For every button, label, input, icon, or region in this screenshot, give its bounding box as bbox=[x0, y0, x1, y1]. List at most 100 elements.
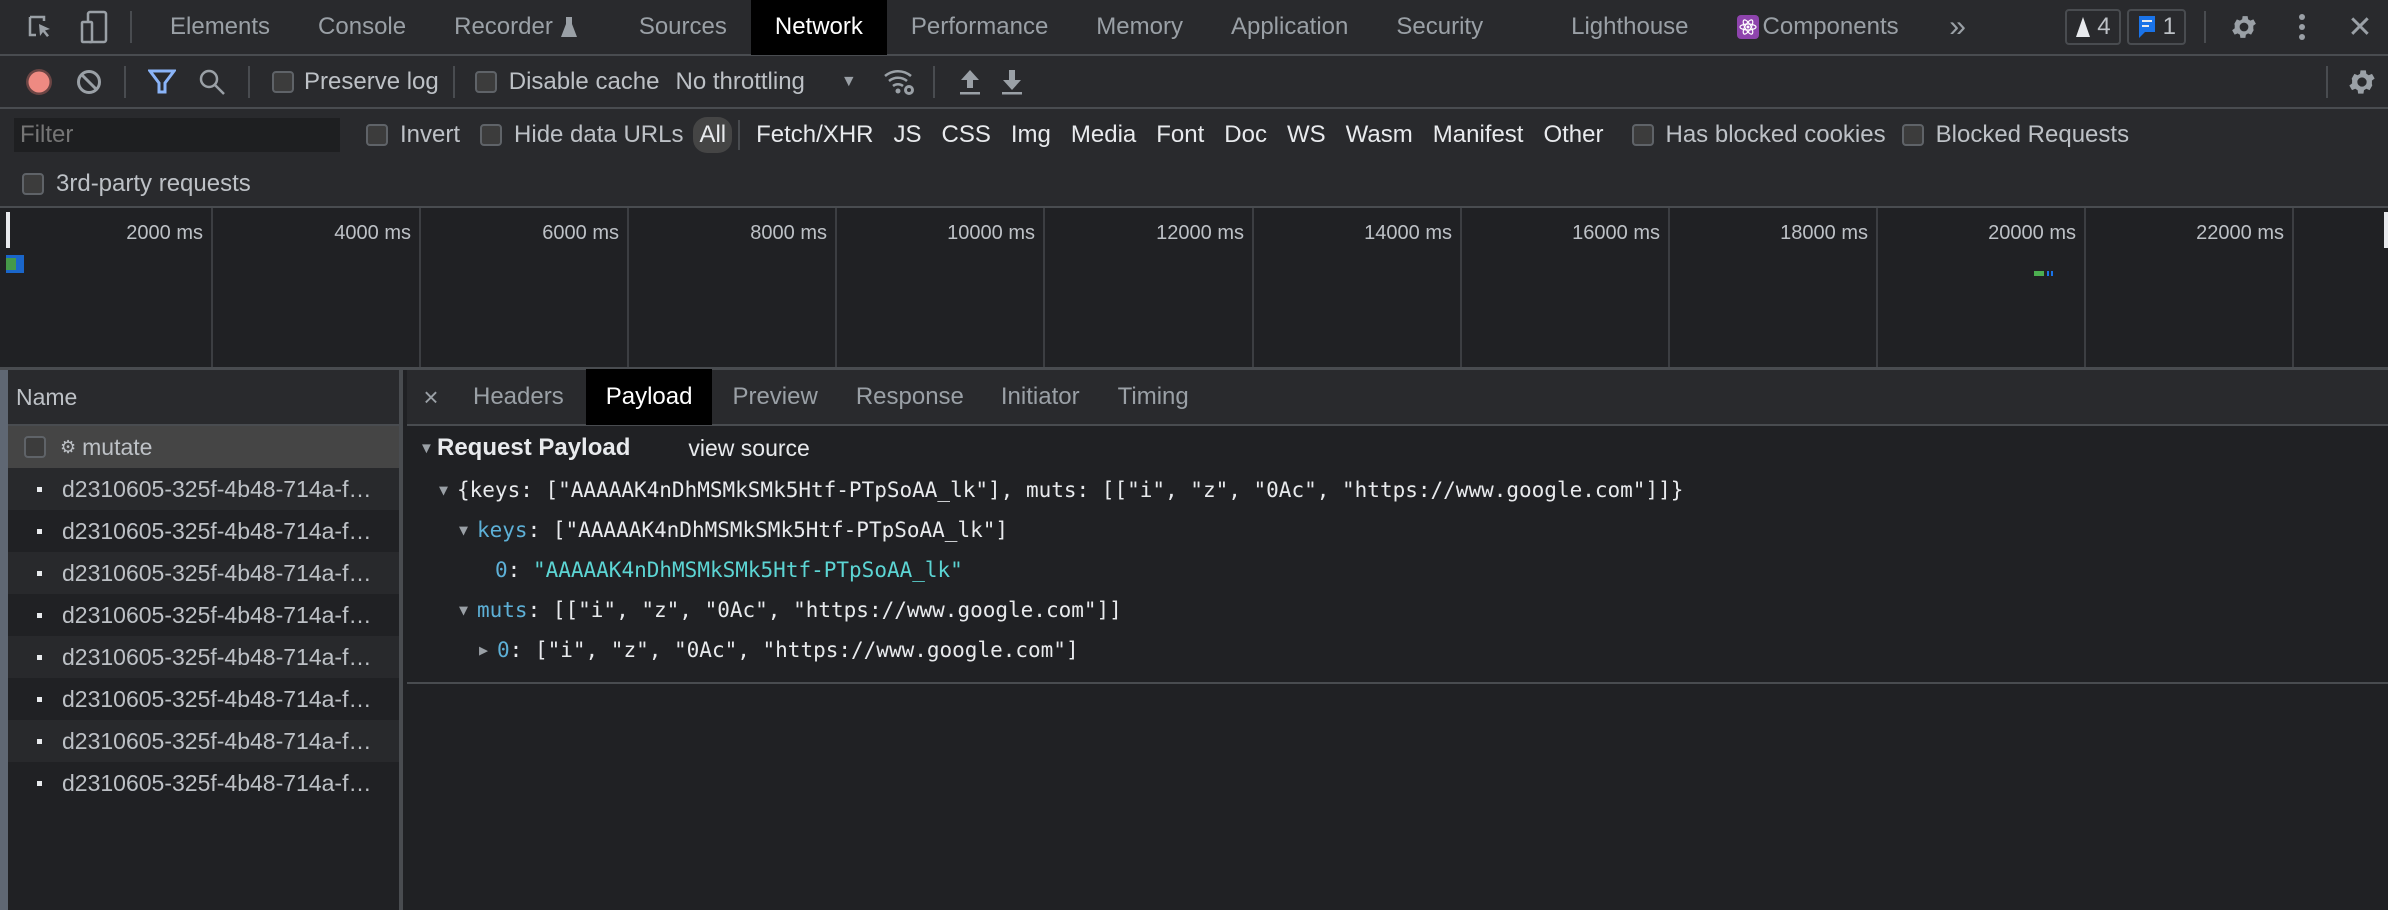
details-tab-preview[interactable]: Preview bbox=[712, 369, 837, 425]
tab-performance[interactable]: Performance bbox=[887, 0, 1072, 55]
payload-section-header[interactable]: ▼ Request Payload view source bbox=[407, 426, 2388, 470]
request-row[interactable]: d2310605-325f-4b48-714a-f… bbox=[8, 468, 399, 510]
settings-gear-icon[interactable] bbox=[2224, 12, 2264, 42]
hide-data-urls-checkbox[interactable] bbox=[480, 124, 503, 146]
resource-type-icon bbox=[37, 696, 42, 702]
request-row[interactable]: ⚙ mutate bbox=[8, 426, 399, 468]
timeline-gridline bbox=[2084, 208, 2086, 367]
expanded-triangle-icon: ▼ bbox=[459, 521, 469, 539]
filter-type-ws[interactable]: WS bbox=[1281, 117, 1332, 153]
request-row[interactable]: d2310605-325f-4b48-714a-f… bbox=[8, 678, 399, 720]
details-tab-headers[interactable]: Headers bbox=[451, 369, 586, 425]
timeline-tick-label: 6000 ms bbox=[542, 222, 619, 244]
filter-type-fetch-xhr[interactable]: Fetch/XHR bbox=[750, 117, 879, 153]
request-row[interactable]: d2310605-325f-4b48-714a-f… bbox=[8, 594, 399, 636]
inspect-element-icon[interactable] bbox=[20, 13, 60, 41]
tab-components[interactable]: Components bbox=[1727, 0, 1923, 55]
timeline-gridline bbox=[1460, 208, 1462, 367]
details-tab-response[interactable]: Response bbox=[838, 369, 982, 425]
request-list-header[interactable]: Name bbox=[8, 370, 399, 426]
tab-security[interactable]: Security bbox=[1372, 0, 1507, 55]
invert-label: Invert bbox=[400, 121, 461, 148]
divider bbox=[2326, 65, 2328, 98]
blocked-requests-checkbox[interactable] bbox=[1901, 124, 1924, 146]
request-row[interactable]: d2310605-325f-4b48-714a-f… bbox=[8, 720, 399, 762]
request-row[interactable]: d2310605-325f-4b48-714a-f… bbox=[8, 762, 399, 804]
messages-badge[interactable]: 1 bbox=[2126, 9, 2186, 45]
section-title: Request Payload bbox=[437, 434, 631, 461]
request-name: d2310605-325f-4b48-714a-f… bbox=[62, 475, 372, 502]
filter-input[interactable] bbox=[14, 118, 340, 152]
timeline-gridline bbox=[211, 208, 213, 367]
third-party-checkbox[interactable] bbox=[22, 173, 44, 195]
tab-memory[interactable]: Memory bbox=[1072, 0, 1207, 55]
export-har-icon[interactable] bbox=[1001, 68, 1023, 96]
payload-root-summary: {keys: ["AAAAAK4nDhMSMkSMk5Htf-PTpSoAA_l… bbox=[457, 478, 1684, 502]
tab-recorder[interactable]: Recorder bbox=[430, 0, 601, 55]
request-details: × Headers Payload Preview Response Initi… bbox=[407, 369, 2388, 910]
filter-type-img[interactable]: Img bbox=[1005, 117, 1057, 153]
has-blocked-cookies-checkbox[interactable] bbox=[1631, 124, 1654, 146]
record-icon[interactable] bbox=[24, 67, 54, 97]
tab-lighthouse[interactable]: Lighthouse bbox=[1547, 0, 1712, 55]
tab-label: Lighthouse bbox=[1571, 13, 1689, 40]
clear-icon[interactable] bbox=[76, 69, 102, 95]
timeline-right-handle[interactable] bbox=[2384, 212, 2388, 248]
view-source-link[interactable]: view source bbox=[688, 435, 809, 462]
payload-keys-0-row: 0: "AAAAAK4nDhMSMkSMk5Htf-PTpSoAA_lk" bbox=[407, 550, 2388, 590]
search-icon[interactable] bbox=[198, 68, 226, 96]
throttling-select[interactable]: No throttling ▼ bbox=[675, 68, 856, 96]
more-options-icon[interactable] bbox=[2282, 13, 2322, 41]
filter-type-all[interactable]: All bbox=[693, 117, 733, 153]
request-name: d2310605-325f-4b48-714a-f… bbox=[62, 685, 372, 712]
network-settings-gear-icon[interactable] bbox=[2346, 66, 2378, 98]
tab-application[interactable]: Application bbox=[1207, 0, 1372, 55]
filter-icon[interactable] bbox=[148, 68, 176, 96]
request-name: d2310605-325f-4b48-714a-f… bbox=[62, 559, 372, 586]
request-select-checkbox[interactable] bbox=[24, 436, 46, 458]
tab-console[interactable]: Console bbox=[294, 0, 430, 55]
preserve-log-checkbox[interactable] bbox=[272, 70, 294, 93]
close-devtools-icon[interactable]: ✕ bbox=[2340, 10, 2380, 45]
payload-muts-0-row[interactable]: ▶ 0 : ["i", "z", "0Ac", "https://www.goo… bbox=[407, 630, 2388, 670]
request-row[interactable]: d2310605-325f-4b48-714a-f… bbox=[8, 552, 399, 594]
timeline-overview[interactable]: 2000 ms 4000 ms 6000 ms 8000 ms 10000 ms 1200… bbox=[0, 208, 2388, 370]
filter-type-media[interactable]: Media bbox=[1065, 117, 1142, 153]
request-name: d2310605-325f-4b48-714a-f… bbox=[62, 517, 372, 544]
device-toolbar-icon[interactable] bbox=[74, 10, 114, 44]
warnings-badge[interactable]: 4 bbox=[2065, 9, 2121, 45]
details-tab-timing[interactable]: Timing bbox=[1099, 369, 1208, 425]
request-row[interactable]: d2310605-325f-4b48-714a-f… bbox=[8, 510, 399, 552]
muts-0-key: 0 bbox=[497, 638, 510, 662]
import-har-icon[interactable] bbox=[959, 68, 981, 96]
request-row[interactable]: d2310605-325f-4b48-714a-f… bbox=[8, 636, 399, 678]
payload-keys-row[interactable]: ▼ keys : ["AAAAAK4nDhMSMkSMk5Htf-PTpSoAA… bbox=[407, 510, 2388, 550]
close-details-icon[interactable]: × bbox=[411, 382, 451, 413]
filter-type-font[interactable]: Font bbox=[1150, 117, 1210, 153]
tab-label: Memory bbox=[1096, 13, 1183, 40]
has-blocked-cookies-label: Has blocked cookies bbox=[1665, 121, 1886, 148]
filter-type-js[interactable]: JS bbox=[888, 117, 928, 153]
timeline-left-handle[interactable] bbox=[6, 212, 10, 248]
tab-elements[interactable]: Elements bbox=[146, 0, 294, 55]
throttling-value: No throttling bbox=[675, 67, 805, 95]
details-tab-payload[interactable]: Payload bbox=[585, 369, 713, 425]
filter-type-manifest[interactable]: Manifest bbox=[1427, 117, 1530, 153]
invert-checkbox[interactable] bbox=[366, 124, 388, 146]
timeline-gridline bbox=[1043, 208, 1045, 367]
resource-type-icon bbox=[37, 780, 42, 786]
keys-0-value: "AAAAAK4nDhMSMkSMk5Htf-PTpSoAA_lk" bbox=[532, 558, 963, 582]
expanded-triangle-icon: ▼ bbox=[439, 481, 449, 499]
filter-type-wasm[interactable]: Wasm bbox=[1340, 117, 1419, 153]
payload-root-row[interactable]: ▼ {keys: ["AAAAAK4nDhMSMkSMk5Htf-PTpSoAA… bbox=[407, 470, 2388, 510]
tab-sources[interactable]: Sources bbox=[615, 0, 751, 55]
filter-type-doc[interactable]: Doc bbox=[1218, 117, 1273, 153]
more-tabs-icon[interactable]: » bbox=[1943, 10, 1973, 44]
disable-cache-checkbox[interactable] bbox=[474, 70, 497, 93]
filter-type-other[interactable]: Other bbox=[1537, 117, 1609, 153]
network-conditions-icon[interactable] bbox=[883, 67, 917, 97]
tab-network[interactable]: Network bbox=[750, 0, 887, 55]
details-tab-initiator[interactable]: Initiator bbox=[982, 369, 1099, 425]
filter-type-css[interactable]: CSS bbox=[936, 117, 997, 153]
payload-muts-row[interactable]: ▼ muts : [["i", "z", "0Ac", "https://www… bbox=[407, 590, 2388, 630]
